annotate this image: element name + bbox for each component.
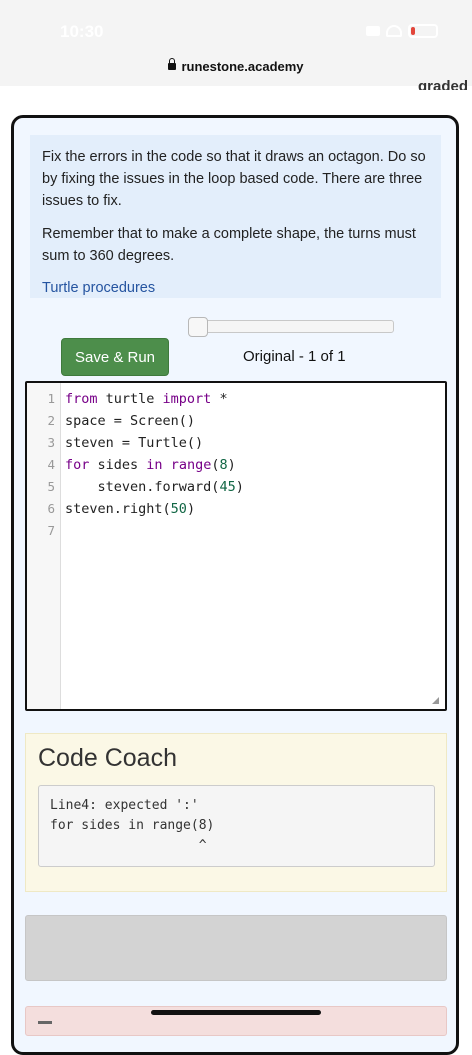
code-token: range	[170, 457, 212, 473]
line-number: 7	[47, 523, 55, 538]
code-token: )	[227, 457, 236, 473]
cellular-signal-icon	[366, 26, 380, 36]
save-and-run-button[interactable]: Save & Run	[61, 338, 169, 376]
code-coach-panel: Code Coach Line4: expected ':' for sides…	[25, 733, 447, 892]
partial-heading: graded	[417, 78, 468, 90]
code-text: steven.right(50)	[65, 498, 195, 520]
code-token: for	[65, 457, 90, 473]
code-token: space = Screen()	[65, 413, 196, 429]
address-domain: runestone.academy	[181, 59, 304, 74]
code-token: steven = Turtle()	[65, 435, 204, 451]
code-token: steven.right(	[65, 501, 171, 517]
turtle-procedures-link[interactable]: Turtle procedures	[42, 277, 429, 299]
code-token: *	[211, 391, 228, 407]
instructions-paragraph: Fix the errors in the code so that it dr…	[42, 149, 426, 209]
battery-level	[411, 27, 415, 35]
address-bar[interactable]: runestone.academy	[0, 58, 472, 74]
history-slider-handle[interactable]	[188, 317, 208, 337]
lock-icon	[168, 58, 177, 70]
line-number: 4	[47, 457, 55, 472]
line-number: 6	[47, 501, 55, 516]
coach-message-line: ^	[50, 838, 207, 853]
home-indicator[interactable]	[151, 1010, 321, 1015]
instructions-panel: Fix the errors in the code so that it dr…	[30, 135, 441, 298]
instructions-paragraph: Remember that to make a complete shape, …	[42, 226, 416, 264]
code-token: from	[65, 391, 98, 407]
battery-icon	[408, 24, 438, 38]
coach-message-line: Line4: expected ':'	[50, 798, 199, 813]
code-coach-message: Line4: expected ':' for sides in range(8…	[38, 785, 435, 867]
code-token: )	[235, 479, 244, 495]
version-label: Original - 1 of 1	[243, 348, 346, 365]
line-number: 3	[47, 435, 55, 450]
code-text: steven = Turtle()	[65, 432, 203, 454]
resize-handle-icon[interactable]	[432, 697, 439, 704]
code-token: )	[186, 501, 196, 517]
code-token: turtle	[97, 391, 163, 407]
line-number: 2	[47, 413, 55, 428]
code-text: from turtle import *	[65, 388, 228, 410]
line-number: 1	[47, 391, 55, 406]
code-token: sides	[89, 457, 147, 473]
status-time: 10:30	[60, 22, 104, 41]
code-token: steven.forward(	[65, 479, 220, 495]
status-bar: 10:30 runestone.academy graded	[0, 0, 472, 90]
code-token: 45	[219, 479, 236, 495]
code-token: 8	[219, 457, 228, 473]
code-text: space = Screen()	[65, 410, 195, 432]
code-token: import	[162, 391, 212, 407]
code-text: steven.forward(45)	[65, 476, 244, 498]
coach-message-line: for sides in range(8)	[50, 818, 215, 833]
output-area	[25, 915, 447, 981]
wifi-icon	[386, 25, 402, 37]
code-token: in	[146, 457, 163, 473]
system-icons	[366, 24, 438, 38]
line-number: 5	[47, 479, 55, 494]
code-editor[interactable]: 1 from turtle import * 2 space = Screen() 3 s…	[25, 381, 447, 711]
code-text: for sides in range(8)	[65, 454, 236, 476]
code-token: 50	[170, 501, 187, 517]
history-slider[interactable]	[190, 320, 394, 333]
code-coach-title: Code Coach	[38, 744, 177, 772]
